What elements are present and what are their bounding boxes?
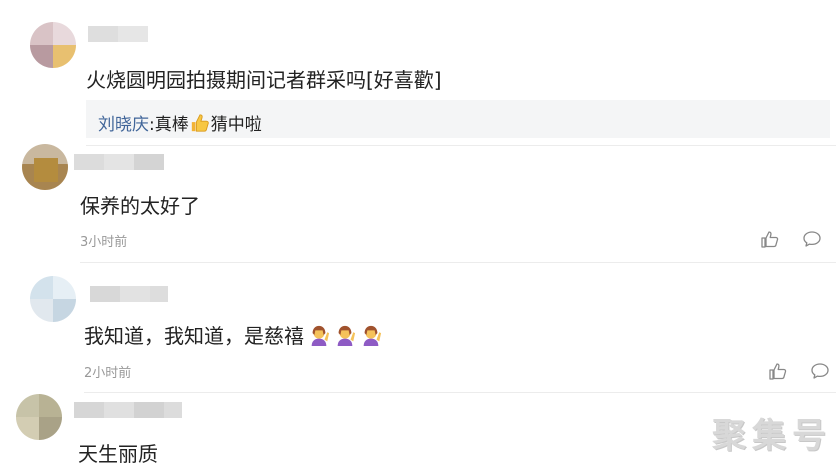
reply-text-part: 真棒 <box>154 115 189 135</box>
comment-icon[interactable] <box>810 361 830 381</box>
divider <box>86 145 836 146</box>
thumbs-up-emoji-icon <box>191 114 209 132</box>
divider <box>80 262 836 263</box>
username[interactable] <box>74 402 182 418</box>
comment-text: 我知道，我知道，是慈禧 <box>84 320 382 349</box>
avatar[interactable] <box>22 144 68 190</box>
username[interactable] <box>90 286 168 302</box>
username[interactable] <box>74 154 164 170</box>
avatar[interactable] <box>16 394 62 440</box>
comment-text: 天生丽质 <box>78 442 158 466</box>
reply-author[interactable]: 刘晓庆 <box>98 115 149 135</box>
watermark: 聚集号 <box>712 416 832 456</box>
person-raising-hand-emoji-icon <box>311 325 330 346</box>
comment-time: 2小时前 <box>84 366 132 381</box>
person-raising-hand-emoji-icon <box>363 325 382 346</box>
avatar[interactable] <box>30 276 76 322</box>
comment-text-body: 我知道，我知道，是慈禧 <box>84 324 304 348</box>
reply-preview[interactable]: 刘晓庆:真棒 猜中啦 <box>86 100 830 138</box>
comment-icon[interactable] <box>802 229 822 249</box>
avatar[interactable] <box>30 22 76 68</box>
comment-text: 火烧圆明园拍摄期间记者群采吗[好喜歡] <box>86 68 442 92</box>
thumbs-up-icon[interactable] <box>760 229 780 249</box>
username[interactable] <box>88 26 148 42</box>
comment-text: 保养的太好了 <box>80 194 200 218</box>
divider <box>84 392 836 393</box>
thumbs-up-icon[interactable] <box>768 361 788 381</box>
comment-time: 3小时前 <box>80 235 128 250</box>
person-raising-hand-emoji-icon <box>337 325 356 346</box>
reply-text-part: 猜中啦 <box>210 115 262 135</box>
